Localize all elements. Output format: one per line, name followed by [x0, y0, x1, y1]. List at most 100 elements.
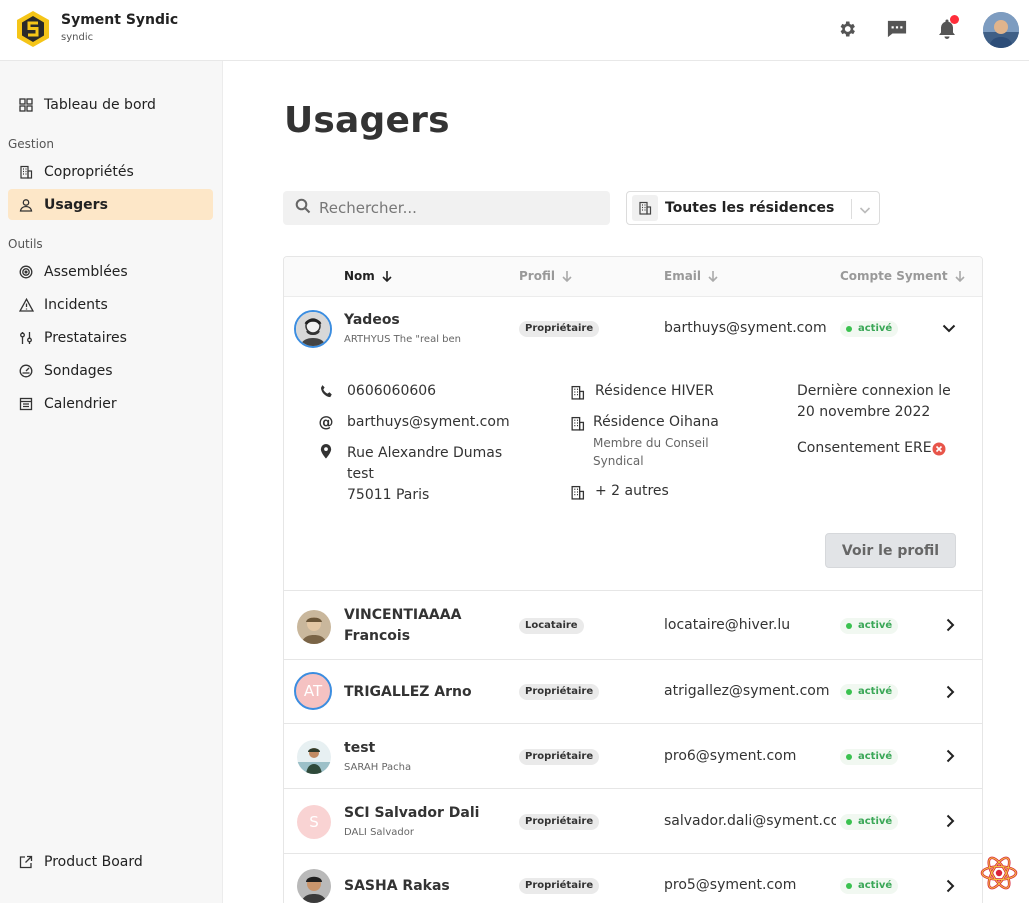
profile-badge: Propriétaire	[519, 684, 600, 700]
detail-residence-2-role: Syndical	[593, 454, 644, 468]
user-avatar: AT	[294, 672, 332, 710]
row-divider	[284, 659, 982, 660]
sidebar-section-outils: Outils	[8, 237, 43, 251]
profile-badge: Propriétaire	[519, 321, 600, 337]
calendar-icon	[18, 396, 34, 412]
sidebar-item-label: Calendrier	[44, 395, 117, 412]
gauge-icon	[18, 363, 34, 379]
notification-dot	[950, 15, 959, 24]
table-header: Nom Profil Email Compte Syment	[284, 257, 982, 297]
sidebar: Tableau de bord Gestion Copropriétés Usa…	[0, 61, 223, 903]
user-name: SASHA Rakas	[344, 878, 450, 894]
sidebar-item-product-board[interactable]: Product Board	[8, 846, 213, 877]
sidebar-item-label: Incidents	[44, 296, 108, 313]
search-bar[interactable]	[283, 191, 610, 225]
bell-icon[interactable]	[936, 15, 959, 40]
close-circle-icon	[931, 441, 947, 457]
brand-title: Syment Syndic	[61, 12, 179, 28]
building-icon	[569, 384, 585, 400]
arrow-down-icon	[562, 271, 572, 282]
chevron-right-icon[interactable]	[942, 617, 958, 633]
sidebar-item-sondages[interactable]: Sondages	[8, 355, 213, 386]
sidebar-item-incidents[interactable]: Incidents	[8, 289, 213, 320]
user-avatar	[297, 869, 331, 903]
residence-select[interactable]: Toutes les résidences	[626, 191, 880, 225]
chevron-right-icon[interactable]	[942, 684, 958, 700]
status-badge: activé	[840, 618, 899, 634]
building-icon	[569, 415, 585, 431]
sidebar-item-calendrier[interactable]: Calendrier	[8, 388, 213, 419]
detail-residence-more[interactable]: + 2 autres	[595, 481, 669, 502]
row-divider	[284, 788, 982, 789]
at-icon: @	[318, 413, 334, 431]
top-header: Syment Syndic syndic	[0, 0, 1029, 61]
search-input[interactable]	[319, 199, 589, 217]
detail-phone: 0606060606	[347, 383, 437, 399]
sidebar-item-prestataires[interactable]: Prestataires	[8, 322, 213, 353]
arrow-down-icon	[382, 271, 392, 282]
chat-icon[interactable]	[886, 18, 908, 40]
detail-residence-2[interactable]: Résidence Oihana	[593, 412, 719, 433]
react-logo-icon[interactable]	[979, 853, 1019, 893]
external-link-icon	[18, 854, 34, 870]
status-badge: activé	[840, 321, 899, 337]
warning-icon	[18, 297, 34, 313]
user-subname: ARTHYUS The "real ben	[344, 334, 461, 345]
chevron-down-icon[interactable]	[858, 202, 872, 221]
status-badge: activé	[840, 684, 899, 700]
sidebar-item-assemblees[interactable]: Assemblées	[8, 256, 213, 287]
user-email: salvador.dali@syment.co...	[664, 813, 836, 829]
column-header-email[interactable]: Email	[664, 269, 718, 283]
arrow-down-icon	[955, 271, 965, 282]
sidebar-item-label: Usagers	[44, 196, 108, 213]
detail-last-login-date: 20 novembre 2022	[797, 404, 931, 420]
column-header-profil[interactable]: Profil	[519, 269, 572, 283]
residence-select-value: Toutes les résidences	[665, 200, 835, 216]
arrow-down-icon	[708, 271, 718, 282]
location-pin-icon	[318, 443, 334, 459]
chevron-right-icon[interactable]	[942, 878, 958, 894]
gear-icon[interactable]	[836, 18, 858, 40]
sidebar-item-label: Sondages	[44, 362, 113, 379]
user-email: atrigallez@syment.com	[664, 683, 830, 699]
phone-icon	[318, 383, 334, 399]
sidebar-item-coproprietes[interactable]: Copropriétés	[8, 156, 213, 187]
status-badge: activé	[840, 814, 899, 830]
profile-badge: Propriétaire	[519, 814, 600, 830]
column-header-nom[interactable]: Nom	[344, 269, 392, 283]
user-name: TRIGALLEZ Arno	[344, 684, 472, 700]
column-header-compte[interactable]: Compte Syment	[840, 269, 965, 283]
chevron-right-icon[interactable]	[942, 813, 958, 829]
sidebar-item-label: Product Board	[44, 853, 143, 870]
user-subname: DALI Salvador	[344, 827, 414, 838]
detail-consent-label: Consentement ERE	[797, 440, 932, 456]
chevron-right-icon[interactable]	[942, 748, 958, 764]
view-profile-button[interactable]: Voir le profil	[825, 533, 956, 568]
building-icon	[18, 164, 34, 180]
status-badge: activé	[840, 878, 899, 894]
user-avatar[interactable]	[983, 12, 1019, 48]
user-avatar	[297, 610, 331, 644]
detail-residence-2-role: Membre du Conseil	[593, 436, 709, 450]
sidebar-item-dashboard[interactable]: Tableau de bord	[8, 89, 213, 120]
users-table: Nom Profil Email Compte Syment Yadeos AR…	[283, 256, 983, 903]
detail-address-line3: 75011 Paris	[347, 487, 430, 503]
user-email: barthuys@syment.com	[664, 320, 827, 336]
user-avatar	[297, 740, 331, 774]
user-email: pro5@syment.com	[664, 877, 797, 893]
building-icon	[569, 484, 585, 500]
profile-badge: Propriétaire	[519, 749, 600, 765]
sidebar-item-usagers[interactable]: Usagers	[8, 189, 213, 220]
grid-icon	[18, 97, 34, 113]
detail-address-line1: Rue Alexandre Dumas	[347, 445, 503, 461]
profile-badge: Locataire	[519, 618, 584, 634]
detail-email: barthuys@syment.com	[347, 414, 510, 430]
chevron-down-icon[interactable]	[941, 320, 957, 336]
building-icon	[632, 195, 658, 221]
profile-badge: Propriétaire	[519, 878, 600, 894]
user-name: test	[344, 740, 376, 756]
user-avatar: S	[297, 805, 331, 839]
sidebar-section-gestion: Gestion	[8, 137, 54, 151]
detail-residence-1[interactable]: Résidence HIVER	[595, 381, 714, 402]
syment-logo[interactable]	[15, 10, 51, 48]
